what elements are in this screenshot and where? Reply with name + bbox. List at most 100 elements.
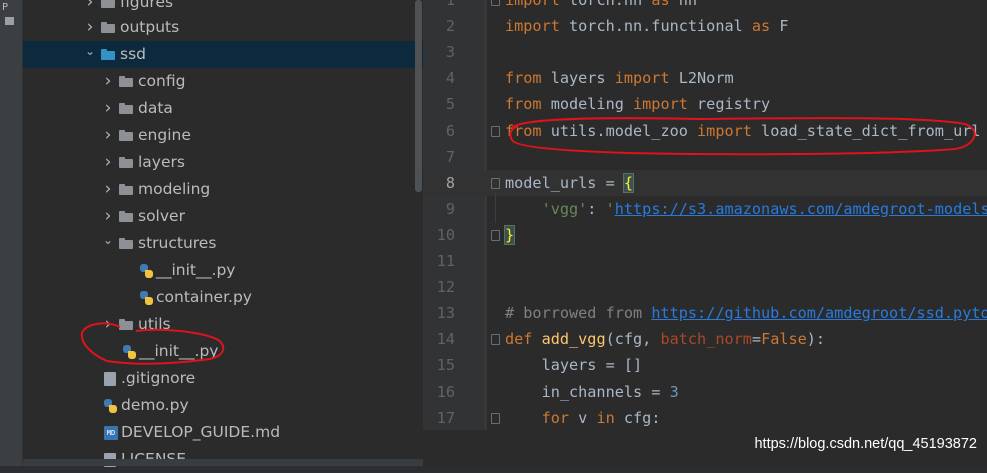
code-line[interactable]: 9 'vgg': 'https://s3.amazonaws.com/amdeg… [423, 196, 987, 222]
line-number: 17 [436, 409, 455, 427]
code-text: model_urls = { [505, 170, 635, 196]
code-line[interactable]: 17 for v in cfg: [423, 405, 987, 431]
code-token: v [578, 409, 597, 427]
folder-icon [101, 22, 115, 33]
code-line[interactable]: 13 # borrowed from https://github.com/amd… [423, 300, 987, 326]
chevron-right-icon[interactable]: › [101, 122, 115, 149]
tree-item-label: ssd [120, 45, 146, 63]
folder-icon [119, 238, 133, 249]
code-line[interactable]: 15 layers = [] [423, 352, 987, 378]
code-token: as [751, 17, 780, 35]
code-text: 'vgg': 'https://s3.amazonaws.com/amdegro… [505, 196, 987, 222]
text-file-icon [104, 372, 116, 386]
project-tab-label[interactable]: P [2, 2, 8, 13]
tree-item-develop-guide-md[interactable]: MD DEVELOP_GUIDE.md [23, 419, 423, 446]
tree-item-data[interactable]: › data [23, 95, 423, 122]
code-token: torch.nn [569, 0, 652, 9]
chevron-down-icon[interactable]: ⌄ [101, 230, 115, 257]
code-line[interactable]: 6 from utils.model_zoo import load_state_… [423, 118, 987, 144]
code-token: import [505, 0, 570, 9]
line-number: 13 [436, 304, 455, 322]
fold-marker-icon[interactable] [491, 334, 500, 345]
code-text: import torch.nn as nn [505, 0, 697, 13]
tree-item-label: structures [138, 234, 217, 252]
code-line[interactable]: 1 import torch.nn as nn [423, 0, 987, 13]
code-editor[interactable]: 1 import torch.nn as nn 2 import torch.nn.f… [423, 0, 987, 466]
code-token: add_vgg [541, 330, 606, 348]
watermark-text: https://blog.csdn.net/qq_45193872 [754, 436, 977, 452]
code-token: 3 [669, 383, 679, 401]
line-number: 14 [436, 330, 455, 348]
code-token: = [751, 330, 762, 348]
folder-icon [119, 319, 133, 330]
fold-marker-icon[interactable] [491, 126, 500, 137]
chevron-right-icon[interactable]: › [101, 311, 115, 338]
line-number: 7 [445, 148, 455, 166]
line-number: 12 [436, 278, 455, 296]
fold-marker-icon[interactable] [491, 178, 500, 189]
chevron-right-icon[interactable]: › [101, 203, 115, 230]
code-token: batch_norm [660, 330, 752, 348]
fold-marker-icon[interactable] [491, 230, 500, 241]
project-horizontal-scrollbar[interactable] [23, 459, 423, 466]
code-line[interactable]: 10} [423, 222, 987, 248]
code-token: F [779, 17, 789, 35]
chevron-right-icon[interactable]: › [101, 149, 115, 176]
tree-item-demo-py[interactable]: demo.py [23, 392, 423, 419]
code-line[interactable]: 5 from modeling import registry [423, 91, 987, 117]
tree-item-solver[interactable]: › solver [23, 203, 423, 230]
code-token: layers = [] [505, 356, 643, 374]
folder-icon [119, 184, 133, 195]
project-scrollbar[interactable] [415, 0, 422, 192]
tree-item-label: .gitignore [121, 369, 196, 387]
markdown-file-icon: MD [104, 426, 118, 440]
chevron-right-icon[interactable]: › [101, 176, 115, 203]
code-line[interactable]: 2 import torch.nn.functional as F [423, 13, 987, 39]
code-token: from [505, 95, 551, 113]
tree-item-layers[interactable]: › layers [23, 149, 423, 176]
code-token: registry [697, 95, 771, 113]
line-number: 16 [436, 383, 455, 401]
code-line[interactable]: 3 [423, 39, 987, 65]
tree-item-init-py[interactable]: __init__.py [23, 257, 423, 284]
chevron-right-icon[interactable]: › [83, 14, 97, 41]
code-line[interactable]: 4 from layers import L2Norm [423, 65, 987, 91]
tree-item-ssd[interactable]: ⌄ ssd [23, 41, 423, 68]
tree-item-structures[interactable]: ⌄ structures [23, 230, 423, 257]
chevron-down-icon[interactable]: ⌄ [83, 41, 97, 68]
tree-item-config[interactable]: › config [23, 68, 423, 95]
code-token: { [622, 173, 635, 193]
tree-item-init-py[interactable]: __init__.py [23, 338, 423, 365]
tree-item-gitignore[interactable]: .gitignore [23, 365, 423, 392]
project-tree-panel: › figures › outputs ⌄ ssd › config › data › engine ›… [23, 0, 423, 468]
tree-item-utils[interactable]: › utils [23, 311, 423, 338]
code-line[interactable]: 7 [423, 144, 987, 170]
code-line[interactable]: 11 [423, 248, 987, 274]
tool-window-strip[interactable]: P [0, 0, 23, 466]
chevron-right-icon[interactable]: › [101, 95, 115, 122]
code-token: https://github.com/amdegroot/ssd.pytor [651, 304, 987, 322]
tree-item-label: layers [138, 153, 185, 171]
line-number: 8 [445, 174, 455, 192]
code-line[interactable]: 16 in_channels = 3 [423, 379, 987, 405]
code-line[interactable]: 12 [423, 274, 987, 300]
code-line[interactable]: 14 def add_vgg(cfg, batch_norm=False): [423, 326, 987, 352]
code-token: from [505, 122, 551, 140]
chevron-right-icon[interactable]: › [101, 68, 115, 95]
line-number: 10 [436, 226, 455, 244]
tree-item-container-py[interactable]: container.py [23, 284, 423, 311]
tree-item-outputs[interactable]: › outputs [23, 14, 423, 41]
code-text: from utils.model_zoo import load_state_d… [505, 118, 981, 144]
tree-item-label: __init__.py [139, 342, 219, 360]
tree-item-modeling[interactable]: › modeling [23, 176, 423, 203]
project-tab-icon[interactable] [5, 17, 14, 25]
code-line[interactable]: 8 model_urls = { [423, 170, 987, 196]
fold-marker-icon[interactable] [491, 0, 500, 6]
fold-marker-icon[interactable] [491, 413, 500, 424]
line-number: 4 [445, 69, 455, 87]
tree-item-engine[interactable]: › engine [23, 122, 423, 149]
code-token: ' [605, 200, 615, 218]
tree-item-label: container.py [156, 288, 252, 306]
code-token: import [697, 122, 762, 140]
